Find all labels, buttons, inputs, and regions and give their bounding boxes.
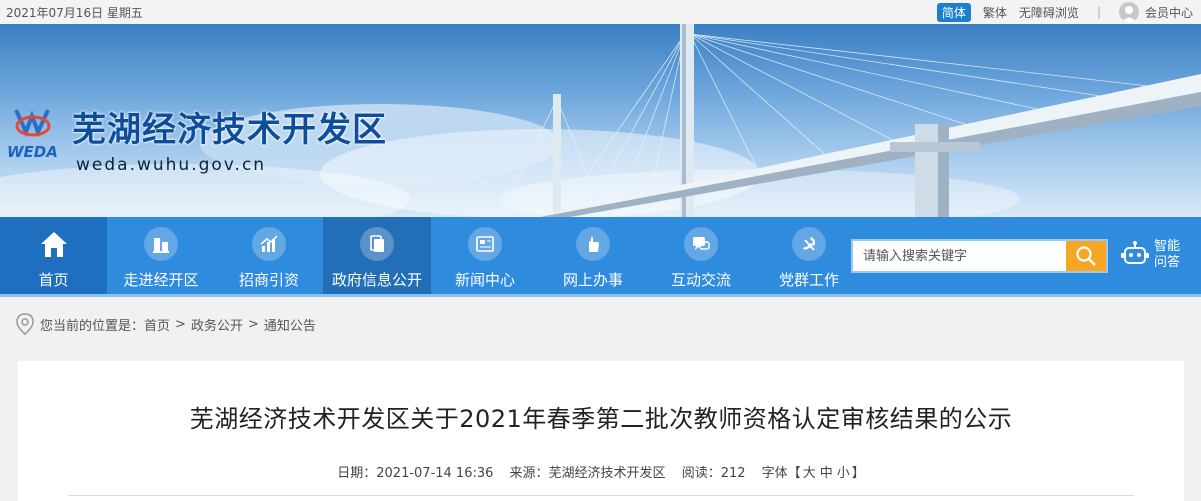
top-bar-links: 简体 繁体 无障碍浏览 | 会员中心 <box>936 2 1193 22</box>
nav-label-home: 首页 <box>38 271 69 289</box>
main-navigation: 首页 走进经开区 招商引资 政府信息公开 新闻中心 网上办事 互动交流 党群工作… <box>0 217 1201 297</box>
breadcrumb-separator: > <box>247 316 259 332</box>
nav-item-online-services[interactable]: 网上办事 <box>539 217 647 294</box>
news-icon <box>468 227 502 261</box>
breadcrumb-home[interactable]: 首页 <box>144 315 170 334</box>
smart-qa-button[interactable]: 智能问答 <box>1120 239 1184 271</box>
breadcrumb-prefix: 您当前的位置是： <box>40 318 145 334</box>
nav-item-home[interactable]: 首页 <box>0 217 107 294</box>
font-size-label: 字体【 <box>761 466 801 481</box>
search-input[interactable] <box>853 241 1066 271</box>
divider: | <box>1096 5 1101 19</box>
member-center-label: 会员中心 <box>1144 5 1193 20</box>
accessibility-link[interactable]: 无障碍浏览 <box>1019 4 1079 21</box>
search-button[interactable] <box>1066 241 1106 271</box>
nav-label-news: 新闻中心 <box>454 271 515 289</box>
location-pin-icon <box>16 313 34 335</box>
nav-item-government-info[interactable]: 政府信息公开 <box>323 217 431 294</box>
nav-label-investment: 招商引资 <box>238 271 299 289</box>
breadcrumb: 您当前的位置是： 首页 > 政务公开 > 通知公告 <box>0 297 1201 351</box>
hand-icon <box>576 227 610 261</box>
font-medium-button[interactable]: 中 <box>820 466 833 481</box>
divider <box>68 495 1134 496</box>
nav-label-about: 走进经开区 <box>123 271 199 289</box>
simplified-chinese-link[interactable]: 简体 <box>936 2 971 22</box>
nav-item-about[interactable]: 走进经开区 <box>107 217 215 294</box>
traditional-chinese-link[interactable]: 繁体 <box>983 4 1007 21</box>
building-icon <box>144 227 178 261</box>
nav-item-investment[interactable]: 招商引资 <box>215 217 323 294</box>
search-icon <box>1076 246 1096 266</box>
article-views: 阅读：212 <box>681 466 746 481</box>
article-source: 来源：芜湖经济技术开发区 <box>509 466 666 481</box>
current-date: 2021年07月16日 星期五 <box>6 5 143 20</box>
font-large-button[interactable]: 大 <box>803 466 816 481</box>
breadcrumb-notices[interactable]: 通知公告 <box>264 315 316 334</box>
site-name: 芜湖经济技术开发区 <box>72 110 387 150</box>
article-date: 日期：2021-07-14 16:36 <box>337 466 494 481</box>
robot-icon <box>1121 241 1149 264</box>
nav-item-news[interactable]: 新闻中心 <box>431 217 539 294</box>
article-meta: 日期：2021-07-14 16:36 来源：芜湖经济技术开发区 阅读：212 … <box>18 462 1184 481</box>
logo-wordmark: WEDA <box>7 143 58 161</box>
breadcrumb-separator: > <box>175 316 186 332</box>
site-logo[interactable]: WEDA 芜湖经济技术开发区 weda.wuhu.gov.cn <box>6 102 387 175</box>
home-icon <box>37 227 71 261</box>
party-emblem-icon <box>792 227 826 261</box>
article-panel: 芜湖经济技术开发区关于2021年春季第二批次教师资格认定审核结果的公示 日期：2… <box>18 361 1184 501</box>
font-small-button[interactable]: 小 <box>837 466 850 481</box>
weda-logo-icon: WEDA <box>7 109 58 161</box>
member-center-link[interactable]: 会员中心 <box>1118 2 1193 22</box>
font-size-control: 字体【大中小】 <box>762 466 865 481</box>
document-icon <box>360 227 394 261</box>
nav-item-interaction[interactable]: 互动交流 <box>647 217 755 294</box>
font-size-close: 】 <box>851 466 865 481</box>
top-bar: 2021年07月16日 星期五 简体 繁体 无障碍浏览 | 会员中心 <box>0 0 1201 24</box>
search-box <box>851 239 1108 273</box>
article-title: 芜湖经济技术开发区关于2021年春季第二批次教师资格认定审核结果的公示 <box>189 405 1013 433</box>
chart-icon <box>252 227 286 261</box>
nav-label-party-work: 党群工作 <box>778 271 839 289</box>
header-banner: WEDA 芜湖经济技术开发区 weda.wuhu.gov.cn <box>0 24 1201 217</box>
nav-label-government-info: 政府信息公开 <box>331 271 422 289</box>
breadcrumb-public-affairs[interactable]: 政务公开 <box>191 315 243 334</box>
user-avatar-icon <box>1118 2 1139 22</box>
nav-label-online-services: 网上办事 <box>562 271 623 289</box>
nav-item-party-work[interactable]: 党群工作 <box>755 217 863 294</box>
site-url: weda.wuhu.gov.cn <box>76 155 267 175</box>
smart-qa-label: 智能问答 <box>1154 239 1181 270</box>
nav-label-interaction: 互动交流 <box>670 271 731 289</box>
chat-icon <box>684 227 718 261</box>
